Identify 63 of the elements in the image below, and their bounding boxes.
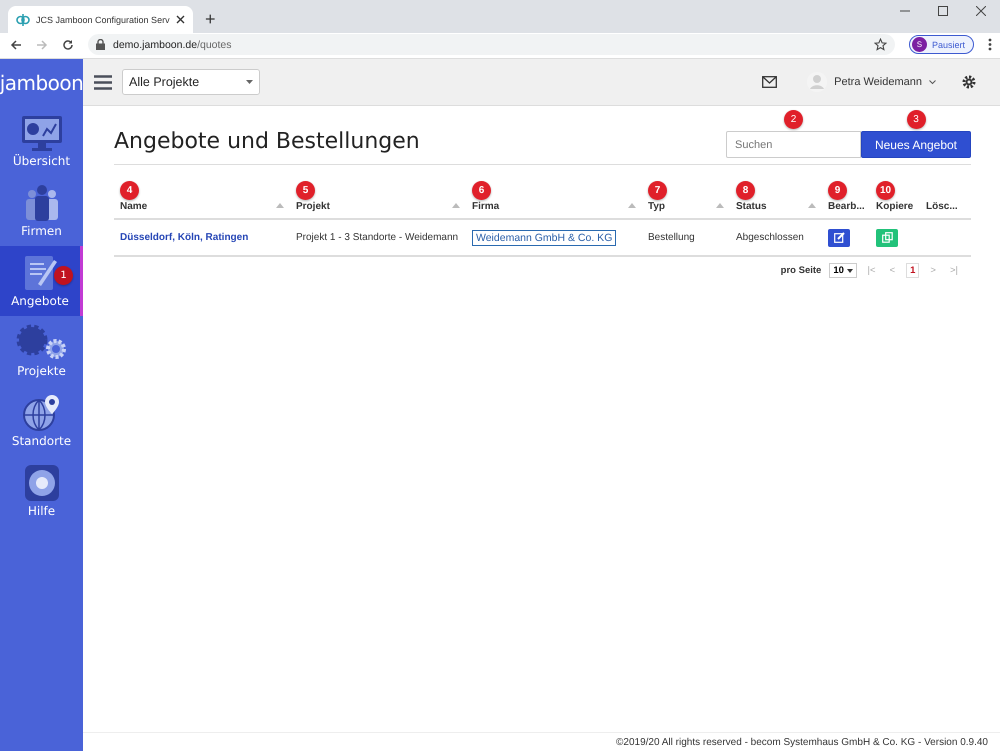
more-menu-icon[interactable] [988, 38, 992, 51]
menu-icon[interactable] [94, 74, 112, 90]
new-tab-button[interactable]: + [205, 9, 216, 30]
column-header[interactable]: Projekt [296, 201, 330, 212]
callout-marker: 7 [648, 180, 667, 200]
column-header[interactable]: Firma [472, 201, 500, 212]
monitor-chart-icon [20, 114, 64, 152]
callout-marker: 1 [54, 266, 73, 285]
column-header: Bearb... [828, 201, 865, 212]
star-icon[interactable] [874, 38, 887, 51]
tab-title: JCS Jamboon Configuration Serv [36, 14, 170, 24]
page-title: Angebote und Bestellungen [114, 129, 420, 156]
callout-marker: 6 [472, 180, 491, 200]
address-bar[interactable]: demo.jamboon.de/quotes [88, 34, 895, 55]
per-page-dropdown[interactable]: 10 [829, 263, 857, 278]
user-menu[interactable]: Petra Weidemann [807, 72, 936, 92]
browser-tab[interactable]: JCS Jamboon Configuration Serv [8, 6, 193, 33]
lock-icon [96, 39, 105, 50]
column-header[interactable]: Typ [648, 201, 666, 212]
footer-text: ©2019/20 All rights reserved - becom Systemhaus GmbH & Co. KG - Version 0.9.40 [616, 736, 988, 748]
caret-icon [846, 269, 853, 273]
url-text: demo.jamboon.de/quotes [113, 38, 233, 50]
sidebar-item[interactable]: Übersicht [0, 106, 83, 176]
callout-marker: 9 [828, 180, 847, 200]
reload-icon[interactable] [62, 38, 74, 50]
callout-marker: 3 [906, 110, 926, 129]
close-icon[interactable] [976, 6, 986, 16]
column-header: Kopiere [876, 201, 914, 212]
edit-icon [834, 232, 844, 243]
maximize-icon[interactable] [938, 6, 948, 16]
sidebar-item[interactable]: Angebote 1 [0, 246, 83, 316]
per-page-label: pro Seite [780, 265, 822, 276]
sidebar-item[interactable]: Firmen [0, 176, 83, 246]
project-dropdown[interactable]: Alle Projekte [122, 69, 260, 95]
callout-marker: 5 [296, 180, 315, 200]
company-link[interactable]: Weidemann GmbH & Co. KG [472, 230, 616, 246]
edit-button[interactable] [828, 228, 850, 246]
new-quote-button[interactable]: Neues Angebot [861, 131, 971, 158]
caret-icon [246, 80, 253, 84]
logo-icon [16, 12, 30, 26]
sidebar-item[interactable]: Hilfe [0, 456, 83, 526]
mail-icon[interactable] [762, 76, 778, 88]
callout-marker: 10 [876, 180, 895, 200]
settings-icon[interactable] [962, 75, 976, 89]
callout-marker: 8 [736, 180, 755, 200]
profile-button[interactable]: S Pausiert [908, 35, 974, 54]
column-header[interactable]: Status [736, 201, 767, 212]
callout-marker: 4 [120, 180, 139, 200]
callout-marker: 2 [784, 110, 803, 129]
column-header[interactable]: Name [120, 201, 148, 212]
page-button[interactable]: 1 [906, 263, 920, 278]
table-cell: Abgeschlossen [736, 232, 804, 243]
close-icon[interactable] [176, 15, 185, 24]
back-arrow-icon[interactable] [10, 38, 22, 50]
sidebar-item[interactable]: Projekte [0, 316, 83, 386]
table-cell: Projekt 1 - 3 Standorte - Weidemann [296, 232, 458, 243]
search-field[interactable]: Suchen [726, 131, 861, 158]
quote-name-link[interactable]: Düsseldorf, Köln, Ratingen [120, 232, 248, 243]
chevron-down-icon [929, 80, 936, 84]
column-header: Lösc... [926, 201, 958, 212]
copy-icon [882, 232, 892, 243]
sidebar-item[interactable]: Standorte [0, 386, 83, 456]
table-cell: Bestellung [648, 232, 695, 243]
